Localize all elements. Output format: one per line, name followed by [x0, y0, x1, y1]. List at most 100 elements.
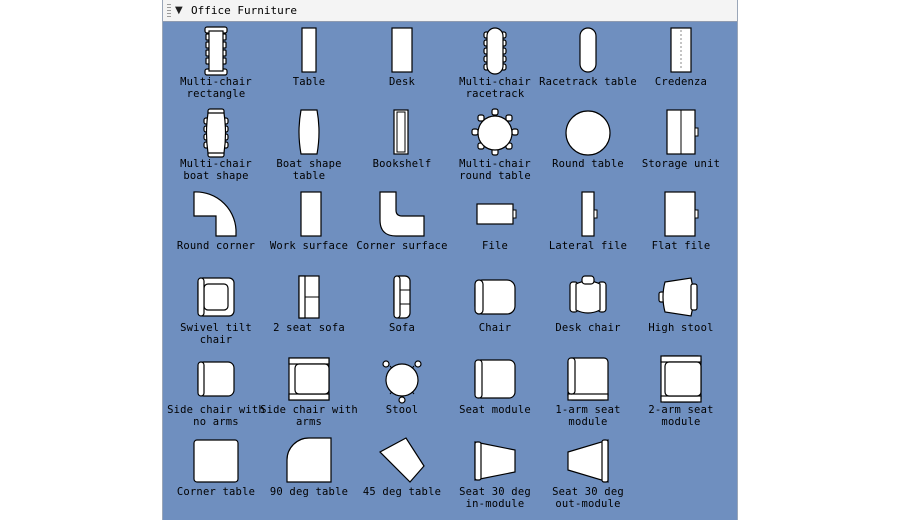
racetrack-table-icon[interactable] — [558, 26, 618, 76]
shape-item[interactable]: Storage unit — [634, 106, 728, 188]
shape-item[interactable]: Corner table — [169, 434, 263, 516]
shape-item[interactable]: Bookshelf — [355, 106, 449, 188]
shape-label: Lateral file — [548, 240, 628, 252]
flat-file-icon[interactable] — [651, 190, 711, 240]
shape-item[interactable]: Flat file — [634, 188, 728, 270]
desk-chair-icon[interactable] — [558, 272, 618, 322]
shape-label: Racetrack table — [539, 76, 637, 88]
shape-item[interactable]: Round table — [541, 106, 635, 188]
ninety-deg-table-icon[interactable] — [279, 436, 339, 486]
corner-surface-icon[interactable] — [372, 190, 432, 240]
triangle-down-icon[interactable]: ▼ — [175, 5, 183, 17]
desk-icon[interactable] — [372, 26, 432, 76]
bookshelf-icon[interactable] — [372, 108, 432, 158]
multi-chair-rectangle-icon[interactable] — [186, 26, 246, 76]
seat-module-icon[interactable] — [465, 354, 525, 404]
shape-item[interactable]: 45 deg table — [355, 434, 449, 516]
shape-item[interactable]: Boat shape table — [262, 106, 356, 188]
shape-library-panel: ▼ Office Furniture Multi-chair rectangle… — [162, 0, 738, 520]
shape-label: Work surface — [269, 240, 349, 252]
stool-icon[interactable] — [372, 354, 432, 404]
high-stool-icon[interactable] — [651, 272, 711, 322]
shape-item[interactable]: Desk chair — [541, 270, 635, 352]
shape-item[interactable]: 2 seat sofa — [262, 270, 356, 352]
multi-chair-round-table-icon[interactable] — [465, 108, 525, 158]
shape-item[interactable]: Side chair with arms — [260, 352, 358, 434]
shape-item[interactable]: Seat module — [448, 352, 542, 434]
shape-label: Seat module — [459, 404, 531, 416]
shape-label: 2-arm seat module — [648, 404, 714, 428]
shape-item[interactable]: 1-arm seat module — [541, 352, 635, 434]
shape-label: Corner table — [176, 486, 256, 498]
storage-unit-icon[interactable] — [651, 108, 711, 158]
shape-item[interactable]: Sofa — [355, 270, 449, 352]
shape-label: Seat 30 deg in-module — [459, 486, 531, 510]
round-corner-icon[interactable] — [186, 190, 246, 240]
shape-label: 1-arm seat module — [555, 404, 621, 428]
seat-30-in-module-icon[interactable] — [465, 436, 525, 486]
shape-label: Credenza — [654, 76, 708, 88]
corner-table-icon[interactable] — [186, 436, 246, 486]
chair-icon[interactable] — [465, 272, 525, 322]
shape-item[interactable]: High stool — [634, 270, 728, 352]
shape-label: Desk chair — [555, 322, 621, 334]
two-arm-seat-module-icon[interactable] — [651, 354, 711, 404]
shape-item[interactable]: Table — [262, 24, 356, 106]
shape-item[interactable]: Stool — [355, 352, 449, 434]
shape-label: Bookshelf — [372, 158, 432, 170]
one-arm-seat-module-icon[interactable] — [558, 354, 618, 404]
shape-label: Multi-chair rectangle — [180, 76, 252, 100]
shape-label: Seat 30 deg out-module — [552, 486, 624, 510]
shape-label: Boat shape table — [276, 158, 342, 182]
shape-label: Desk — [388, 76, 416, 88]
shape-label: 90 deg table — [269, 486, 349, 498]
shape-item[interactable]: File — [448, 188, 542, 270]
shape-label: Sofa — [388, 322, 416, 334]
shape-item[interactable]: Racetrack table — [539, 24, 637, 106]
credenza-icon[interactable] — [651, 26, 711, 76]
side-chair-no-arms-icon[interactable] — [186, 354, 246, 404]
shape-item[interactable]: Side chair with no arms — [167, 352, 265, 434]
panel-title: Office Furniture — [191, 4, 297, 17]
shape-item[interactable]: Round corner — [169, 188, 263, 270]
shape-label: Chair — [478, 322, 512, 334]
sofa-icon[interactable] — [372, 272, 432, 322]
table-icon[interactable] — [279, 26, 339, 76]
shape-label: Stool — [385, 404, 419, 416]
shape-item[interactable]: Work surface — [262, 188, 356, 270]
seat-30-out-module-icon[interactable] — [558, 436, 618, 486]
file-icon[interactable] — [465, 190, 525, 240]
lateral-file-icon[interactable] — [558, 190, 618, 240]
shape-item[interactable]: Seat 30 deg in-module — [448, 434, 542, 516]
shape-item[interactable]: Lateral file — [541, 188, 635, 270]
round-table-icon[interactable] — [558, 108, 618, 158]
shape-item[interactable]: Seat 30 deg out-module — [541, 434, 635, 516]
two-seat-sofa-icon[interactable] — [279, 272, 339, 322]
shape-item[interactable]: Corner surface — [355, 188, 449, 270]
shape-item[interactable]: Multi-chair round table — [448, 106, 542, 188]
shape-item[interactable]: Multi-chair racetrack — [448, 24, 542, 106]
shape-item[interactable]: 90 deg table — [262, 434, 356, 516]
drag-grip-icon[interactable] — [167, 4, 171, 17]
shape-item[interactable]: Multi-chair boat shape — [169, 106, 263, 188]
shape-item[interactable]: Swivel tilt chair — [169, 270, 263, 352]
panel-header[interactable]: ▼ Office Furniture — [163, 0, 737, 22]
shape-label: Storage unit — [641, 158, 721, 170]
forty-five-deg-table-icon[interactable] — [372, 436, 432, 486]
multi-chair-racetrack-icon[interactable] — [465, 26, 525, 76]
work-surface-icon[interactable] — [279, 190, 339, 240]
shape-label: Multi-chair boat shape — [180, 158, 252, 182]
shape-item[interactable]: Credenza — [634, 24, 728, 106]
boat-shape-table-icon[interactable] — [279, 108, 339, 158]
shape-label: Side chair with no arms — [167, 404, 265, 428]
swivel-tilt-chair-icon[interactable] — [186, 272, 246, 322]
shape-label: Corner surface — [356, 240, 448, 252]
shape-item[interactable]: Desk — [355, 24, 449, 106]
shape-label: File — [481, 240, 509, 252]
shape-item[interactable]: Multi-chair rectangle — [169, 24, 263, 106]
multi-chair-boat-icon[interactable] — [186, 108, 246, 158]
shape-item[interactable]: Chair — [448, 270, 542, 352]
shape-item[interactable]: 2-arm seat module — [634, 352, 728, 434]
shape-label: High stool — [648, 322, 714, 334]
side-chair-arms-icon[interactable] — [279, 354, 339, 404]
